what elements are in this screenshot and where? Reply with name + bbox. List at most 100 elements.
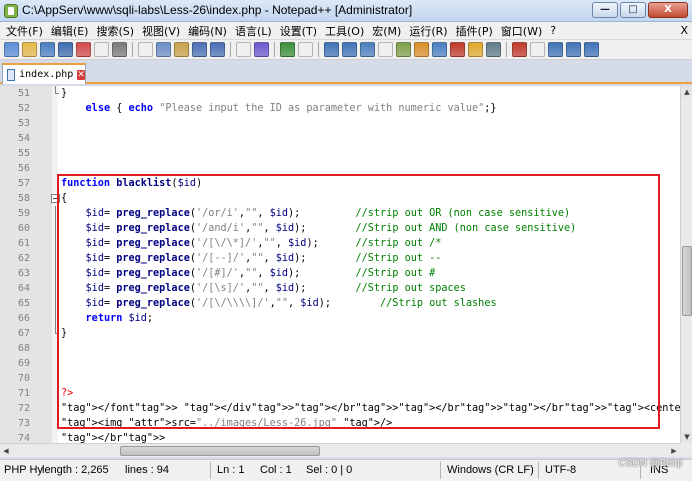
open-file-icon[interactable] [22, 42, 37, 57]
menu-edit[interactable]: 编辑(E) [47, 23, 93, 39]
fold-toggle-icon[interactable] [51, 194, 60, 203]
word-wrap-icon[interactable] [360, 42, 375, 57]
menu-close-icon[interactable]: X [680, 24, 688, 37]
code-line[interactable]: 52 else { echo "Please input the ID as p… [0, 101, 680, 116]
fold-guide [55, 266, 56, 281]
code-line[interactable]: 72 "tag"></font"tag">> "tag"></div"tag">>… [0, 401, 680, 416]
code-line[interactable]: 69 [0, 356, 680, 371]
line-number: 67 [17, 328, 30, 339]
line-number: 60 [17, 223, 30, 234]
copy-icon[interactable] [156, 42, 171, 57]
menu-encoding[interactable]: 编码(N) [184, 23, 231, 39]
code-line[interactable]: 57 function blacklist($id) [0, 176, 680, 191]
stop-record-icon[interactable] [530, 42, 545, 57]
status-separator [210, 462, 211, 479]
tab-close-icon[interactable]: ✕ [77, 69, 85, 80]
minimize-button[interactable]: — [592, 2, 618, 18]
line-number: 63 [17, 268, 30, 279]
menu-file[interactable]: 文件(F) [2, 23, 47, 39]
code-line[interactable]: 74 "tag"></br"tag">> [0, 431, 680, 443]
scroll-right-icon[interactable]: ▶ [668, 445, 680, 457]
status-separator [538, 462, 539, 479]
zoom-out-icon[interactable] [298, 42, 313, 57]
indent-guide-icon[interactable] [396, 42, 411, 57]
show-all-chars-icon[interactable] [378, 42, 393, 57]
undo-icon[interactable] [192, 42, 207, 57]
status-length: length : 2,265 [42, 464, 109, 476]
close-button[interactable]: X [648, 2, 688, 18]
code-line[interactable]: 60 $id= preg_replace('/and/i',"", $id); … [0, 221, 680, 236]
scroll-down-icon[interactable]: ▼ [682, 431, 692, 443]
menu-macro[interactable]: 宏(M) [368, 23, 405, 39]
tab-index-php[interactable]: index.php ✕ [2, 63, 86, 84]
scroll-left-icon[interactable]: ◀ [0, 445, 12, 457]
horizontal-scrollbar[interactable]: ◀ ▶ [0, 443, 680, 457]
maximize-button[interactable]: □ [620, 2, 646, 18]
line-number: 69 [17, 358, 30, 369]
code-line[interactable]: 71 ?> [0, 386, 680, 401]
line-code: } [61, 328, 68, 339]
menu-tools[interactable]: 工具(O) [321, 23, 368, 39]
save-icon[interactable] [40, 42, 55, 57]
code-line[interactable]: 53 [0, 116, 680, 131]
new-file-icon[interactable] [4, 42, 19, 57]
horizontal-scroll-thumb[interactable] [120, 446, 320, 456]
cut-icon[interactable] [138, 42, 153, 57]
run-macro-multiple-icon[interactable] [566, 42, 581, 57]
find-icon[interactable] [236, 42, 251, 57]
line-code: return $id; [85, 313, 154, 324]
code-line[interactable]: 59 $id= preg_replace('/or/i',"", $id); /… [0, 206, 680, 221]
menu-run[interactable]: 运行(R) [405, 23, 451, 39]
close-all-icon[interactable] [94, 42, 109, 57]
monitor-icon[interactable] [486, 42, 501, 57]
scroll-up-icon[interactable]: ▲ [682, 86, 692, 98]
line-code: } [61, 88, 68, 99]
play-macro-icon[interactable] [548, 42, 563, 57]
code-editor[interactable]: 51} 52 else { echo "Please input the ID a… [0, 86, 680, 443]
code-line[interactable]: 56 [0, 161, 680, 176]
record-macro-icon[interactable] [512, 42, 527, 57]
menu-window[interactable]: 窗口(W) [497, 23, 546, 39]
menu-plugins[interactable]: 插件(P) [452, 23, 497, 39]
save-macro-icon[interactable] [584, 42, 599, 57]
code-line[interactable]: 64 $id= preg_replace('/[\s]/',"", $id); … [0, 281, 680, 296]
code-line[interactable]: 70 [0, 371, 680, 386]
sync-h-icon[interactable] [342, 42, 357, 57]
redo-icon[interactable] [210, 42, 225, 57]
code-line[interactable]: 68 [0, 341, 680, 356]
code-line[interactable]: 65 $id= preg_replace('/[\/\\\\]/',"", $i… [0, 296, 680, 311]
function-list-icon[interactable] [450, 42, 465, 57]
menu-search[interactable]: 搜索(S) [92, 23, 138, 39]
folder-workspace-icon[interactable] [468, 42, 483, 57]
line-number: 65 [17, 298, 30, 309]
line-number: 66 [17, 313, 30, 324]
line-number: 68 [17, 343, 30, 354]
menu-view[interactable]: 视图(V) [138, 23, 184, 39]
save-all-icon[interactable] [58, 42, 73, 57]
close-icon[interactable] [76, 42, 91, 57]
menu-help[interactable]: ? [546, 24, 560, 37]
zoom-in-icon[interactable] [280, 42, 295, 57]
code-line[interactable]: 62 $id= preg_replace('/[--]/',"", $id); … [0, 251, 680, 266]
code-line[interactable]: 63 $id= preg_replace('/[#]/',"", $id); /… [0, 266, 680, 281]
code-line[interactable]: 58 { [0, 191, 680, 206]
code-line[interactable]: 51} [0, 86, 680, 101]
code-line[interactable]: 67} [0, 326, 680, 341]
code-line[interactable]: 66 return $id; [0, 311, 680, 326]
menu-settings[interactable]: 设置(T) [276, 23, 321, 39]
code-line[interactable]: 61 $id= preg_replace('/[\/\*]/',"", $id)… [0, 236, 680, 251]
print-icon[interactable] [112, 42, 127, 57]
code-line[interactable]: 54 [0, 131, 680, 146]
menu-language[interactable]: 语言(L) [231, 23, 276, 39]
sync-v-icon[interactable] [324, 42, 339, 57]
vertical-scroll-thumb[interactable] [682, 246, 692, 316]
code-line[interactable]: 55 [0, 146, 680, 161]
doc-map-icon[interactable] [432, 42, 447, 57]
window-title: C:\AppServ\www\sqli-labs\Less-26\index.p… [22, 3, 413, 17]
replace-icon[interactable] [254, 42, 269, 57]
paste-icon[interactable] [174, 42, 189, 57]
fold-guide [55, 311, 56, 326]
vertical-scrollbar[interactable]: ▲ ▼ [680, 86, 692, 443]
code-line[interactable]: 73 "tag"><img "attr">src="../images/Less-… [0, 416, 680, 431]
user-lang-icon[interactable] [414, 42, 429, 57]
